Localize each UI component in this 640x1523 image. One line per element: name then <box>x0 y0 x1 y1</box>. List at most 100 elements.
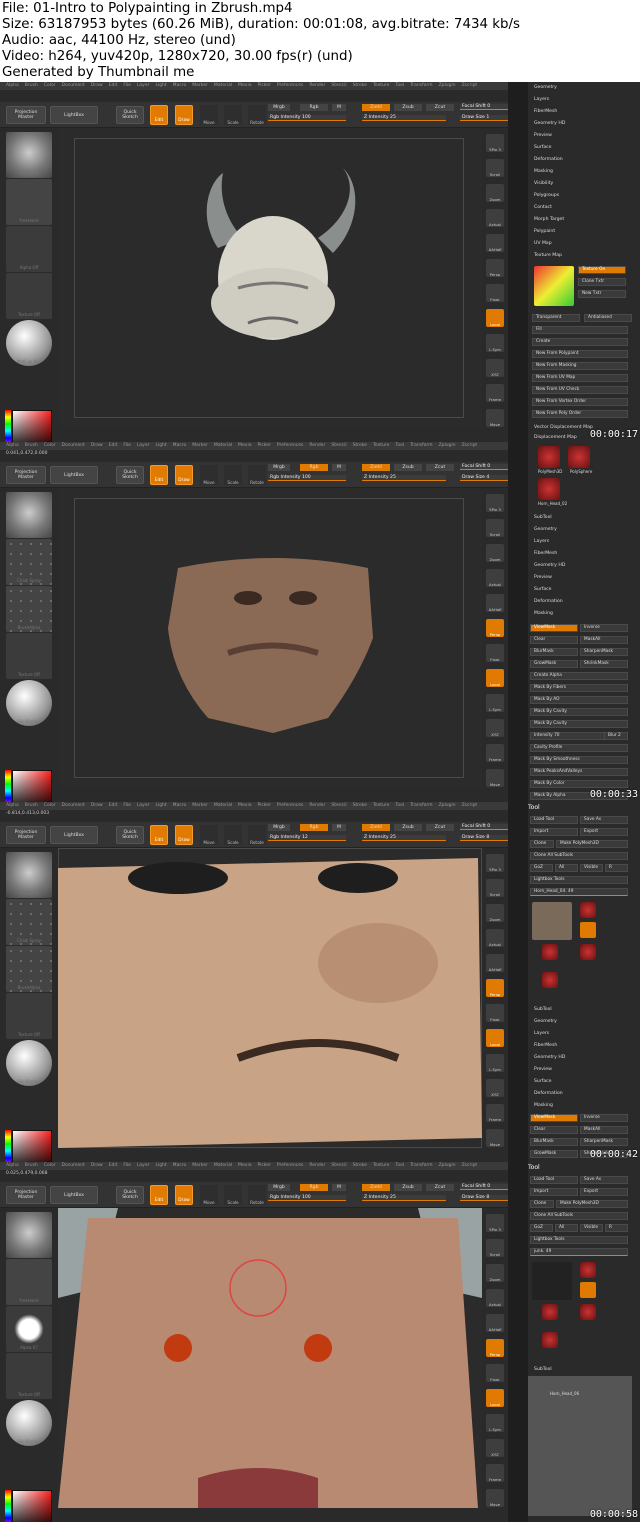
menu-item[interactable]: Texture <box>373 803 389 810</box>
projection-master-button[interactable]: Projection Master <box>6 466 46 484</box>
menu-item[interactable]: Marker <box>192 443 208 450</box>
shelf-button[interactable]: Scroll <box>486 519 504 537</box>
document-canvas[interactable] <box>58 128 482 428</box>
menu-item[interactable]: Light <box>155 83 166 90</box>
menu-item[interactable]: Macro <box>173 1163 187 1170</box>
texture-transparent-item[interactable]: Transparent <box>532 314 580 322</box>
sculpt-model[interactable] <box>58 128 482 428</box>
tray-section[interactable]: Contact <box>530 204 632 212</box>
tool-thumbnail[interactable] <box>580 1282 596 1298</box>
menu-item[interactable]: Stroke <box>353 83 367 90</box>
menu-item[interactable]: Stencil <box>331 1163 346 1170</box>
tool-button[interactable]: Save As <box>580 816 628 824</box>
menu-item[interactable]: Picker <box>257 803 270 810</box>
tray-section[interactable]: UV Map <box>530 240 632 248</box>
menu-item[interactable]: Document <box>62 83 85 90</box>
menu-item[interactable]: Texture <box>373 443 389 450</box>
mask-button[interactable]: Inverse <box>580 624 628 632</box>
tool-thumbnail[interactable] <box>568 446 590 468</box>
quick-sketch-button[interactable]: Quick Sketch <box>116 1186 144 1204</box>
shelf-button[interactable]: Scroll <box>486 159 504 177</box>
tool-button[interactable]: Clone All SubTools <box>530 1212 628 1220</box>
m-toggle[interactable]: M <box>332 464 346 471</box>
color-picker[interactable] <box>12 410 52 442</box>
menu-item[interactable]: Texture <box>373 83 389 90</box>
create-texture-item[interactable]: New From Vertex Order <box>532 398 628 406</box>
menu-item[interactable]: Stencil <box>331 443 346 450</box>
shelf-button[interactable]: Actual <box>486 929 504 947</box>
menu-item[interactable]: Transform <box>410 1163 432 1170</box>
shelf-button[interactable]: Move <box>486 769 504 787</box>
draw-button[interactable]: Draw <box>175 825 193 845</box>
tray-section[interactable]: Geometry HD <box>530 120 632 128</box>
active-tool-thumbnail[interactable] <box>532 902 572 940</box>
zadd-toggle[interactable]: Zadd <box>362 824 390 831</box>
tool-button[interactable]: Make PolyMesh3D <box>556 840 628 848</box>
shelf-button[interactable]: Zoom <box>486 544 504 562</box>
menu-item[interactable]: Draw <box>91 443 103 450</box>
lightbox-button[interactable]: LightBox <box>50 1186 98 1204</box>
mask-button[interactable]: ViewMask <box>530 624 578 632</box>
menu-item[interactable]: Edit <box>109 1163 118 1170</box>
rgb-intensity-slider[interactable]: Rgb Intensity 100 <box>268 1195 346 1201</box>
shelf-button[interactable]: XYZ <box>486 1079 504 1097</box>
menu-item[interactable]: Layer <box>137 83 150 90</box>
menu-item[interactable]: Brush <box>25 83 38 90</box>
tool-button[interactable]: GoZ <box>530 864 553 872</box>
tray-section[interactable]: Layers <box>530 538 632 546</box>
menu-item[interactable]: Draw <box>91 803 103 810</box>
texture-new-button[interactable]: New Txtr <box>578 290 626 298</box>
move-button[interactable]: Move <box>200 105 218 125</box>
tray-section[interactable]: Polypaint <box>530 228 632 236</box>
menu-item[interactable]: Picker <box>257 83 270 90</box>
blur-slider[interactable]: Blur 2 <box>604 732 628 740</box>
hue-strip[interactable] <box>5 1490 11 1522</box>
edit-button[interactable]: Edit <box>150 465 168 485</box>
zsub-toggle[interactable]: Zsub <box>394 1184 422 1191</box>
menu-item[interactable]: Zplugin <box>439 803 456 810</box>
shelf-button[interactable]: AAHalf <box>486 594 504 612</box>
sculpt-model[interactable] <box>58 488 482 788</box>
zadd-toggle[interactable]: Zadd <box>362 1184 390 1191</box>
menu-item[interactable]: Transform <box>410 803 432 810</box>
shelf-button[interactable]: SPix 3 <box>486 1214 504 1232</box>
shelf-button[interactable]: AAHalf <box>486 954 504 972</box>
scale-button[interactable]: Scale <box>224 465 242 485</box>
zsub-toggle[interactable]: Zsub <box>394 464 422 471</box>
tool-button[interactable]: All <box>555 1224 578 1232</box>
document-canvas[interactable] <box>58 848 482 1148</box>
tray-section[interactable]: Geometry <box>530 84 632 92</box>
tool-button[interactable]: Export <box>580 828 628 836</box>
menu-item[interactable]: File <box>123 83 131 90</box>
shelf-button[interactable]: SPix 3 <box>486 134 504 152</box>
menu-item[interactable]: Edit <box>109 803 118 810</box>
menu-item[interactable]: Brush <box>25 443 38 450</box>
projection-master-button[interactable]: Projection Master <box>6 106 46 124</box>
shelf-button[interactable]: Persp <box>486 1339 504 1357</box>
menu-item[interactable]: Document <box>62 1163 85 1170</box>
menu-item[interactable]: Render <box>309 443 325 450</box>
menu-item[interactable]: Zscript <box>462 83 478 90</box>
rgb-toggle[interactable]: Rgb <box>300 1184 328 1191</box>
create-texture-item[interactable]: New From UV Check <box>532 386 628 394</box>
tool-thumbnail[interactable] <box>538 478 560 500</box>
mrgb-toggle[interactable]: Mrgb <box>268 824 290 831</box>
mask-button[interactable]: BlurMask <box>530 1138 578 1146</box>
menu-item[interactable]: Material <box>214 443 232 450</box>
menu-item[interactable]: Macro <box>173 83 187 90</box>
tool-thumbnail[interactable] <box>542 944 558 960</box>
rotate-button[interactable]: Rotate <box>248 465 266 485</box>
menu-item[interactable]: Alpha <box>6 83 19 90</box>
mask-item[interactable]: Cavity Profile <box>530 744 628 752</box>
zcut-toggle[interactable]: Zcut <box>426 464 454 471</box>
lightbox-button[interactable]: LightBox <box>50 826 98 844</box>
shelf-button[interactable]: Local <box>486 1029 504 1047</box>
tool-button[interactable]: Import <box>530 1188 578 1196</box>
shelf-button[interactable]: Scroll <box>486 1239 504 1257</box>
menu-item[interactable]: Zplugin <box>439 443 456 450</box>
tray-section[interactable]: Preview <box>530 132 632 140</box>
shelf-button[interactable]: Frame <box>486 1104 504 1122</box>
shelf-button[interactable]: Local <box>486 1389 504 1407</box>
menu-item[interactable]: Light <box>155 803 166 810</box>
quick-sketch-button[interactable]: Quick Sketch <box>116 466 144 484</box>
